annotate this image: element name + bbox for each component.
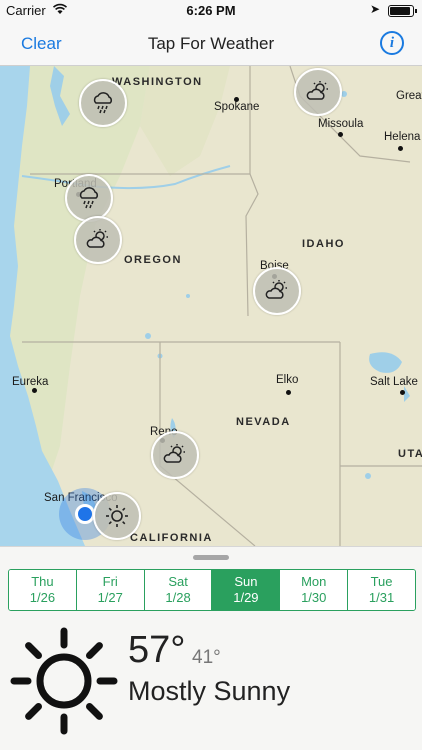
city-dot <box>338 132 343 137</box>
day-date: 1/28 <box>165 590 191 605</box>
state-label-oregon: OREGON <box>124 254 182 266</box>
day-date: 1/31 <box>368 590 395 605</box>
city-label-eureka: Eureka <box>12 376 49 388</box>
day-selector: Thu 1/26 Fri 1/27 Sat 1/28 Sun 1/29 Mon … <box>8 569 416 611</box>
day-name: Mon <box>301 574 327 589</box>
day-name: Sat <box>168 574 188 589</box>
battery-icon <box>388 5 417 17</box>
day-name: Tue <box>370 574 393 589</box>
day-tab-fri[interactable]: Fri 1/27 <box>76 570 145 610</box>
map-terrain <box>0 66 422 546</box>
day-name: Fri <box>102 574 118 589</box>
day-tab-sat[interactable]: Sat 1/28 <box>144 570 213 610</box>
status-bar: Carrier 6:26 PM ➤ <box>0 0 422 22</box>
city-label-great-falls: Great <box>396 90 422 102</box>
low-temperature: 41° <box>192 647 221 668</box>
rain-cloud-icon <box>79 187 99 209</box>
city-dot <box>32 388 37 393</box>
city-label-helena: Helena <box>384 131 421 143</box>
city-label-missoula: Missoula <box>318 118 364 130</box>
drag-handle[interactable] <box>193 555 229 560</box>
day-tab-sun[interactable]: Sun 1/29 <box>212 570 281 610</box>
state-label-idaho: IDAHO <box>302 238 345 250</box>
state-label-california: CALIFORNIA <box>130 532 213 544</box>
rain-cloud-icon <box>93 92 113 114</box>
weather-pin-oregon[interactable] <box>74 216 122 264</box>
page-title: Tap For Weather <box>147 34 275 53</box>
forecast-panel: Thu 1/26 Fri 1/27 Sat 1/28 Sun 1/29 Mon … <box>0 546 422 750</box>
city-dot <box>398 146 403 151</box>
partly-cloudy-icon <box>86 229 108 248</box>
partly-cloudy-icon <box>265 280 287 299</box>
weather-pin-boise[interactable] <box>253 267 301 315</box>
partly-cloudy-icon <box>163 444 185 463</box>
day-tab-thu[interactable]: Thu 1/26 <box>9 570 77 610</box>
weather-pin-montana[interactable] <box>294 68 342 116</box>
day-name: Thu <box>31 574 54 589</box>
state-label-washington: WASHINGTON <box>112 76 203 88</box>
day-tab-mon[interactable]: Mon 1/30 <box>280 570 349 610</box>
state-label-utah: UTA <box>398 448 422 460</box>
day-date: 1/29 <box>233 590 259 605</box>
location-arrow-icon: ➤ <box>369 2 380 16</box>
city-label-elko: Elko <box>276 374 299 386</box>
partly-cloudy-icon <box>306 81 328 100</box>
condition-text: Mostly Sunny <box>128 676 291 706</box>
sun-icon <box>8 625 120 742</box>
sun-icon <box>106 505 128 527</box>
info-button[interactable]: i <box>380 31 404 55</box>
day-name: Sun <box>234 574 258 589</box>
weather-pin-washington[interactable] <box>79 79 127 127</box>
day-date: 1/30 <box>301 590 327 605</box>
weather-pin-reno[interactable] <box>151 431 199 479</box>
high-temperature: 57° <box>128 629 186 671</box>
city-dot <box>400 390 405 395</box>
weather-map[interactable]: WASHINGTON OREGON IDAHO NEVADA CALIFORNI… <box>0 66 422 546</box>
city-label-salt-lake: Salt Lake <box>370 376 418 388</box>
day-date: 1/26 <box>29 590 56 605</box>
city-label-spokane: Spokane <box>214 101 260 113</box>
city-dot <box>286 390 291 395</box>
state-label-nevada: NEVADA <box>236 416 291 428</box>
day-date: 1/27 <box>97 590 123 605</box>
navigation-bar: Clear Tap For Weather i <box>0 22 422 66</box>
clock: 6:26 PM <box>186 3 236 18</box>
weather-pin-san-francisco[interactable] <box>93 492 141 540</box>
day-tab-tue[interactable]: Tue 1/31 <box>348 570 415 610</box>
weather-pin-portland[interactable] <box>65 174 113 222</box>
